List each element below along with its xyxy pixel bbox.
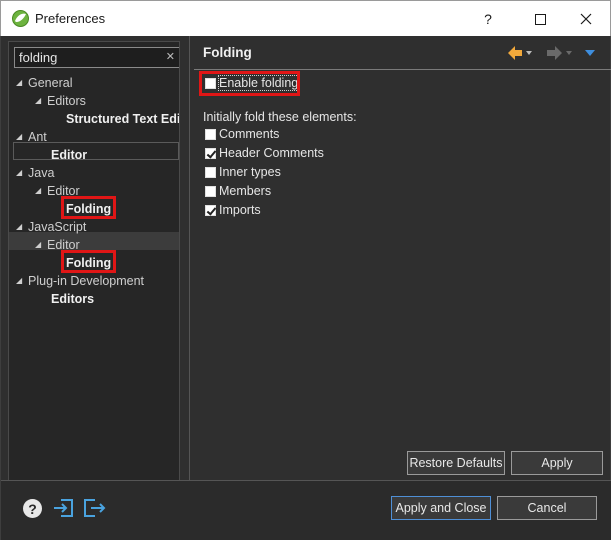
members-checkbox[interactable] bbox=[205, 186, 216, 197]
close-icon bbox=[580, 13, 592, 25]
dialog-body: folding ✕ ◢ General ◢ Editors Structured T… bbox=[0, 36, 611, 540]
comments-checkbox[interactable] bbox=[205, 129, 216, 140]
tree-item-structured-text-editors[interactable]: Structured Text Edi bbox=[66, 110, 179, 128]
tree-item-ant[interactable]: ◢ Ant bbox=[16, 128, 47, 146]
import-icon[interactable] bbox=[53, 498, 75, 518]
preference-tree-panel: folding ✕ ◢ General ◢ Editors Structured T… bbox=[8, 41, 180, 481]
tree-item-general[interactable]: ◢ General bbox=[16, 74, 72, 92]
page-title: Folding bbox=[203, 45, 252, 60]
highlight-java-folding bbox=[61, 196, 116, 219]
page-navigation bbox=[508, 46, 595, 60]
header-comments-checkbox[interactable] bbox=[205, 148, 216, 159]
members-label[interactable]: Members bbox=[219, 184, 271, 198]
view-menu-icon[interactable] bbox=[585, 50, 595, 56]
app-icon bbox=[12, 10, 29, 27]
expanded-icon[interactable]: ◢ bbox=[16, 128, 28, 146]
restore-defaults-button[interactable]: Restore Defaults bbox=[407, 451, 505, 475]
expanded-icon[interactable]: ◢ bbox=[35, 182, 47, 200]
expanded-icon[interactable]: ◢ bbox=[16, 164, 28, 182]
imports-checkbox[interactable] bbox=[205, 205, 216, 216]
inner-types-checkbox[interactable] bbox=[205, 167, 216, 178]
expanded-icon[interactable]: ◢ bbox=[16, 272, 28, 290]
filter-text: folding bbox=[19, 50, 58, 65]
header-comments-label[interactable]: Header Comments bbox=[219, 146, 324, 160]
tree-item-general-editors[interactable]: ◢ Editors bbox=[35, 92, 86, 110]
cancel-button[interactable]: Cancel bbox=[497, 496, 597, 520]
window-title: Preferences bbox=[35, 11, 106, 26]
tree-item-plugin-development[interactable]: ◢ Plug-in Development bbox=[16, 272, 144, 290]
highlight-javascript-folding bbox=[61, 250, 116, 273]
clear-filter-icon[interactable]: ✕ bbox=[166, 50, 175, 63]
forward-arrow-icon[interactable] bbox=[547, 46, 572, 60]
maximize-icon bbox=[534, 13, 546, 25]
inner-types-label[interactable]: Inner types bbox=[219, 165, 281, 179]
page-title-separator bbox=[194, 69, 611, 70]
close-button[interactable] bbox=[563, 1, 609, 37]
comments-label[interactable]: Comments bbox=[219, 127, 279, 141]
fold-elements-label: Initially fold these elements: bbox=[203, 110, 357, 124]
help-question-icon: ? bbox=[484, 11, 492, 27]
dialog-footer: ? Apply and Close Cancel bbox=[1, 481, 611, 540]
panel-splitter[interactable] bbox=[189, 36, 190, 481]
maximize-button[interactable] bbox=[517, 1, 563, 37]
tree-item-plugin-editors[interactable]: Editors bbox=[51, 290, 94, 308]
tree-item-java[interactable]: ◢ Java bbox=[16, 164, 54, 182]
tree-item-javascript[interactable]: ◢ JavaScript bbox=[16, 218, 86, 236]
export-icon[interactable] bbox=[83, 498, 107, 518]
imports-label[interactable]: Imports bbox=[219, 203, 261, 217]
expanded-icon[interactable]: ◢ bbox=[16, 218, 28, 236]
expanded-icon[interactable]: ◢ bbox=[16, 74, 28, 92]
expanded-icon[interactable]: ◢ bbox=[35, 92, 47, 110]
filter-input[interactable]: folding ✕ bbox=[14, 47, 179, 68]
highlight-enable-folding bbox=[199, 71, 300, 96]
tree-item-ant-editor[interactable]: Editor bbox=[51, 146, 87, 164]
title-help-button[interactable]: ? bbox=[465, 1, 511, 37]
apply-button[interactable]: Apply bbox=[511, 451, 603, 475]
help-icon[interactable]: ? bbox=[23, 499, 42, 518]
expanded-icon[interactable]: ◢ bbox=[35, 236, 47, 254]
apply-and-close-button[interactable]: Apply and Close bbox=[391, 496, 491, 520]
title-bar: Preferences ? bbox=[0, 0, 611, 36]
back-arrow-icon[interactable] bbox=[508, 46, 532, 60]
